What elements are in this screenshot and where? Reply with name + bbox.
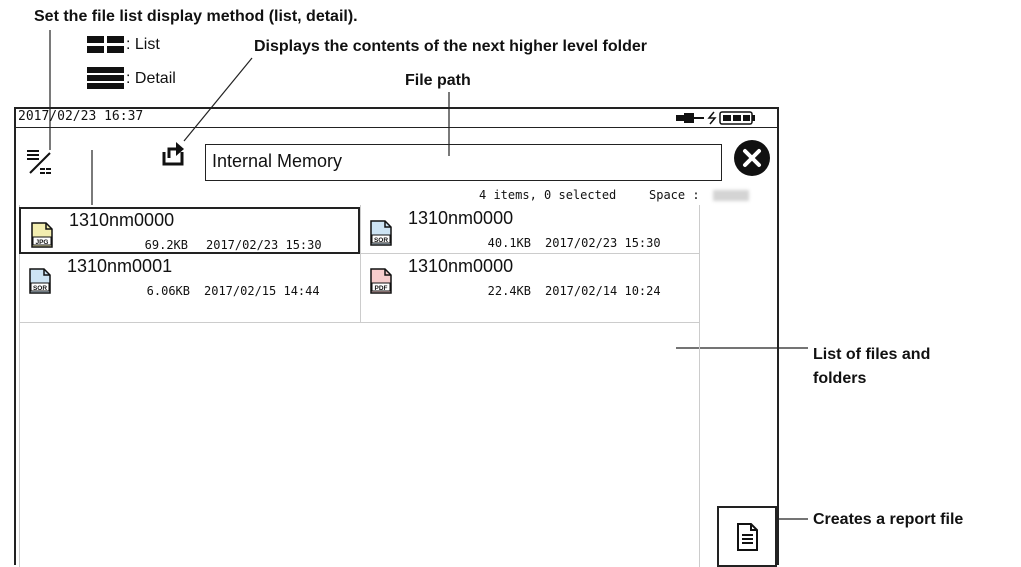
svg-text:JPG: JPG <box>35 239 48 246</box>
create-report-button[interactable] <box>717 506 777 567</box>
file-list-divider <box>19 322 700 323</box>
display-method-button[interactable] <box>26 147 64 181</box>
device-screen: 2017/02/23 16:37 Internal Memory 4 items… <box>14 107 779 567</box>
file-path-value: Internal Memory <box>212 151 343 171</box>
svg-text:SOR: SOR <box>33 285 47 292</box>
space-value-blurred <box>713 190 749 201</box>
file-name: 1310nm0000 <box>408 208 514 228</box>
file-date: 2017/02/14 10:24 <box>545 284 661 298</box>
parent-folder-icon <box>162 142 184 166</box>
file-item[interactable]: PDF 1310nm0000 22.4KB 2017/02/14 10:24 <box>360 255 701 302</box>
parent-folder-button[interactable] <box>160 138 188 168</box>
file-type-icon: PDF <box>370 268 392 294</box>
file-type-icon: JPG <box>31 222 53 248</box>
file-size: 22.4KB <box>487 284 531 298</box>
file-name: 1310nm0000 <box>69 210 175 230</box>
file-name: 1310nm0000 <box>408 256 514 276</box>
file-item[interactable]: SOR 1310nm0000 40.1KB 2017/02/23 15:30 <box>360 207 701 254</box>
file-item[interactable]: SOR 1310nm0001 6.06KB 2017/02/15 14:44 <box>19 255 360 302</box>
status-datetime: 2017/02/23 16:37 <box>18 109 144 124</box>
report-file-icon <box>737 523 758 551</box>
space-label: Space : <box>649 188 700 202</box>
file-item[interactable]: JPG 1310nm0000 69.2KB 2017/02/23 15:30 <box>19 207 360 254</box>
file-date: 2017/02/23 15:30 <box>206 238 322 252</box>
file-size: 40.1KB <box>487 236 531 250</box>
file-name: 1310nm0001 <box>67 256 173 276</box>
close-button[interactable] <box>734 140 770 176</box>
file-size: 6.06KB <box>146 284 190 298</box>
file-date: 2017/02/15 14:44 <box>204 284 320 298</box>
status-bar: 2017/02/23 16:37 <box>16 109 777 128</box>
file-type-icon: SOR <box>29 268 51 294</box>
power-battery-icon <box>676 111 755 125</box>
items-count: 4 items, 0 selected <box>479 188 617 202</box>
file-size: 69.2KB <box>144 238 188 252</box>
file-path-field[interactable]: Internal Memory <box>205 144 722 181</box>
close-icon <box>743 149 761 167</box>
display-method-icon <box>27 150 51 174</box>
file-type-icon: SOR <box>370 220 392 246</box>
svg-text:SOR: SOR <box>374 237 388 244</box>
file-date: 2017/02/23 15:30 <box>545 236 661 250</box>
svg-text:PDF: PDF <box>375 285 388 292</box>
